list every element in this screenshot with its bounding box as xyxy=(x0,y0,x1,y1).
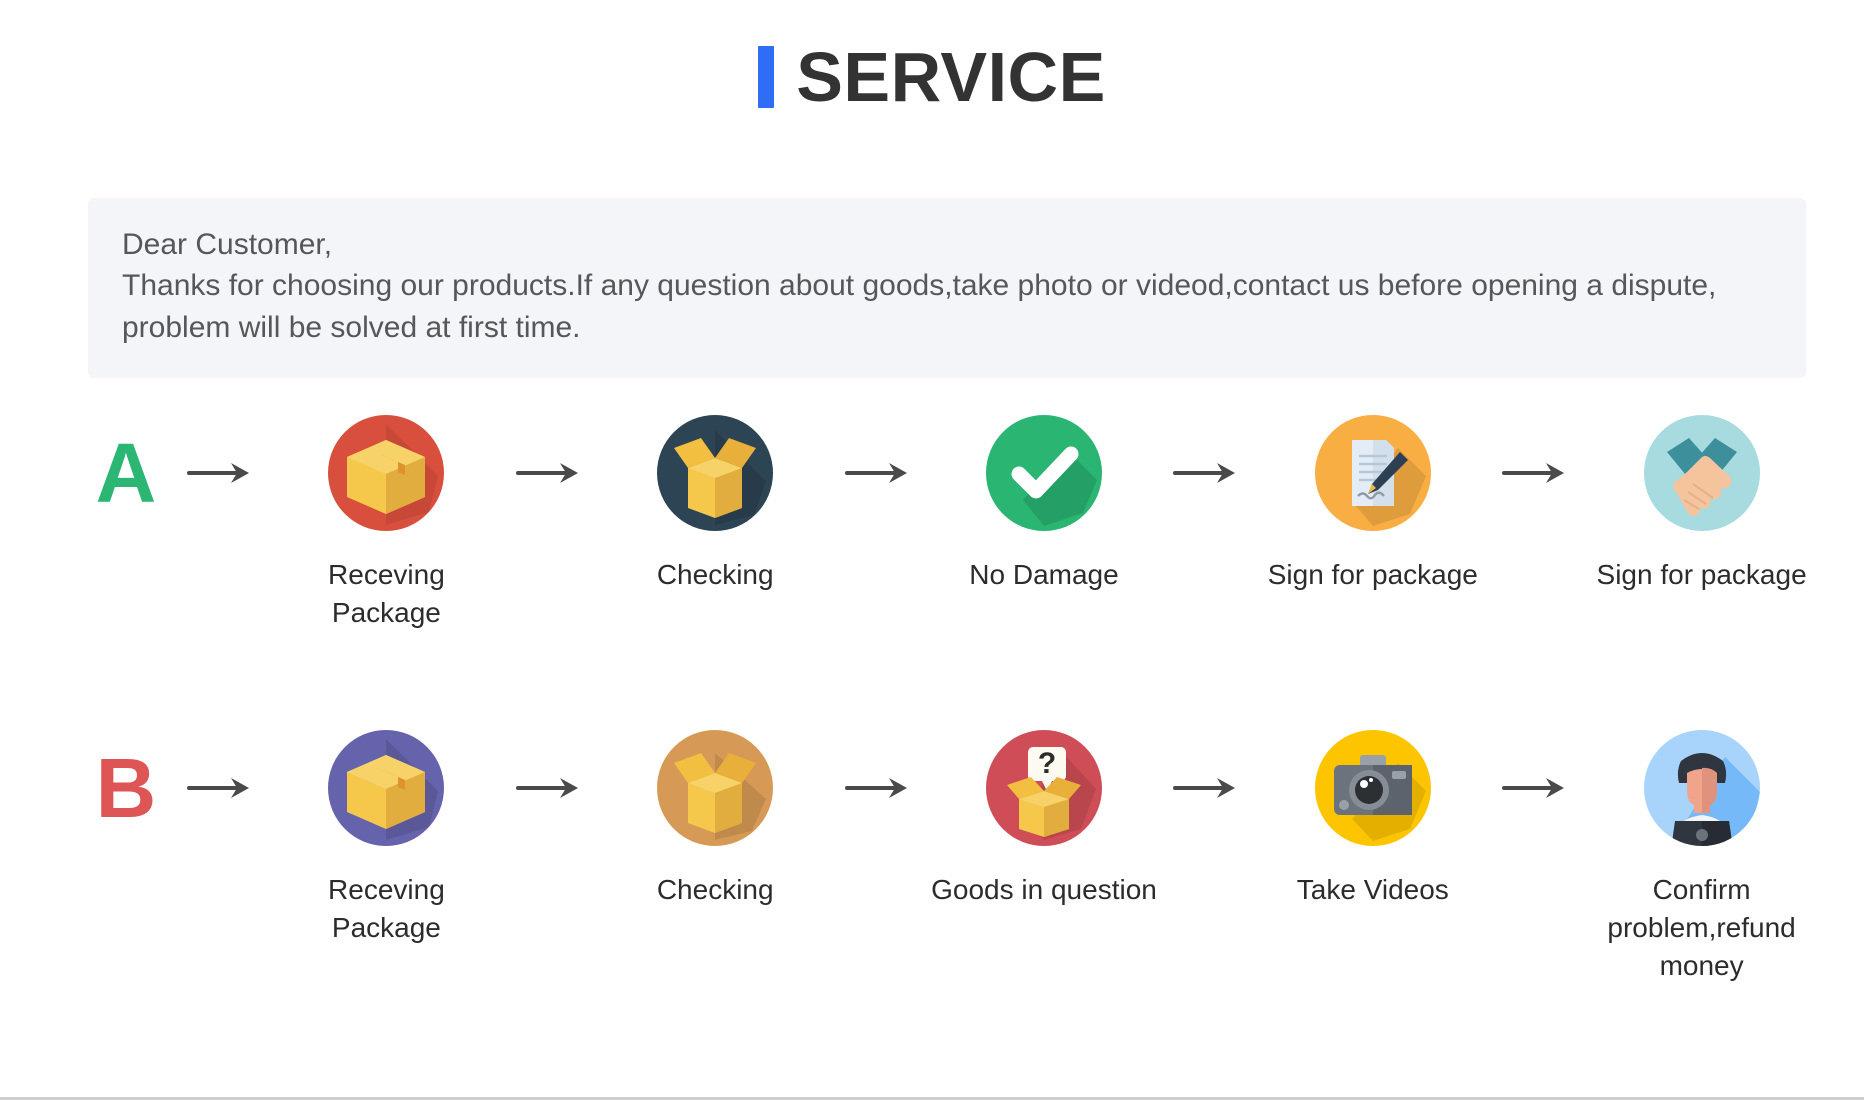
document-pen-icon xyxy=(1312,412,1434,534)
flow-b-step-3: ? Goods in question xyxy=(928,730,1161,909)
flow-b-letter: B xyxy=(95,741,157,835)
flow-a-step-2: Checking xyxy=(599,415,832,594)
page-title-text: SERVICE xyxy=(796,38,1106,116)
flow-b-step-5: Confirm problem,refund money xyxy=(1585,730,1818,985)
open-box-icon xyxy=(654,412,776,534)
flow-b-step-4: Take Videos xyxy=(1256,730,1489,909)
handshake-icon xyxy=(1641,412,1763,534)
open-box-icon xyxy=(654,727,776,849)
arrow-right-icon xyxy=(1160,735,1256,841)
flow-a-step-4-label: Sign for package xyxy=(1267,559,1478,590)
flow-b-step-1: Receving Package xyxy=(270,730,503,947)
flow-b-step-1-label: Receving Package xyxy=(328,874,445,944)
arrow-right-icon xyxy=(832,735,928,841)
package-box-icon xyxy=(325,727,447,849)
arrow-right-icon xyxy=(503,735,599,841)
service-info-page: SERVICE Dear Customer, Thanks for choosi… xyxy=(0,0,1864,1100)
arrow-right-icon xyxy=(174,420,270,526)
flow-a-step-3: No Damage xyxy=(928,415,1161,594)
note-line-3: problem will be solved at first time. xyxy=(122,310,581,344)
note-line-2: Thanks for choosing our products.If any … xyxy=(122,269,1717,303)
flow-a-step-1: Receving Package xyxy=(270,415,503,632)
flow-a-step-2-label: Checking xyxy=(656,559,774,590)
flow-b-step-2-label: Checking xyxy=(656,874,774,905)
check-mark-icon xyxy=(983,412,1105,534)
flow-a-step-5: Sign for package xyxy=(1585,415,1818,594)
arrow-right-icon xyxy=(503,420,599,526)
flow-row-a: A Receving Package Checking No Damage Si… xyxy=(78,415,1818,632)
flow-a-step-3-label: No Damage xyxy=(969,559,1119,590)
arrow-right-icon xyxy=(174,735,270,841)
package-box-icon xyxy=(325,412,447,534)
question-box-icon: ? xyxy=(983,727,1105,849)
flow-a-letter: A xyxy=(95,426,157,520)
flow-a-step-5-label: Sign for package xyxy=(1596,559,1807,590)
flow-a-step-1-label: Receving Package xyxy=(328,559,445,629)
arrow-right-icon xyxy=(1489,735,1585,841)
arrow-right-icon xyxy=(832,420,928,526)
note-line-1: Dear Customer, xyxy=(122,228,333,261)
flow-a-step-4: Sign for package xyxy=(1256,415,1489,594)
flow-b-step-4-label: Take Videos xyxy=(1296,874,1449,905)
flow-b-step-2: Checking xyxy=(599,730,832,909)
flow-b-step-3-label: Goods in question xyxy=(931,874,1157,905)
svg-text:?: ? xyxy=(1038,747,1056,780)
camera-icon xyxy=(1312,727,1434,849)
flow-b-step-5-label: Confirm problem,refund money xyxy=(1607,874,1796,982)
page-title: SERVICE xyxy=(0,0,1864,112)
arrow-right-icon xyxy=(1489,420,1585,526)
support-person-icon xyxy=(1641,727,1763,849)
title-accent-bar xyxy=(758,46,775,108)
flow-row-b: B Receving Package Checking ? Goods in q… xyxy=(78,730,1818,985)
customer-note-box: Dear Customer, Thanks for choosing our p… xyxy=(88,198,1806,379)
arrow-right-icon xyxy=(1160,420,1256,526)
